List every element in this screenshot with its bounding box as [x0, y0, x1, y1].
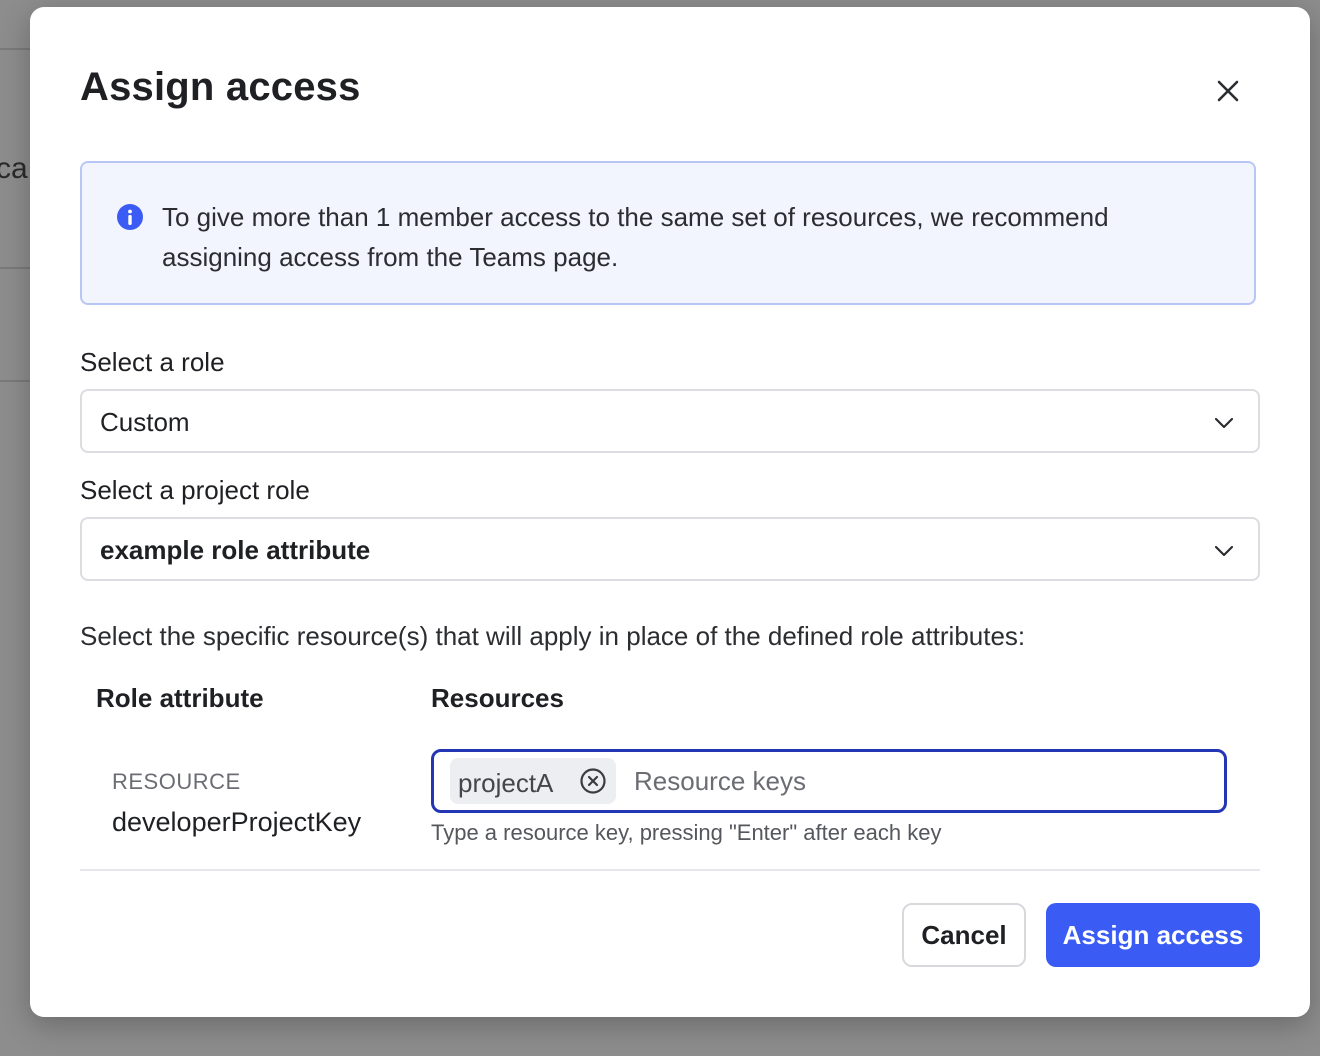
column-header-resources: Resources — [431, 683, 564, 713]
info-banner-text: To give more than 1 member access to the… — [162, 202, 1109, 272]
role-select-label: Select a role — [80, 347, 225, 377]
chevron-down-icon — [1214, 545, 1234, 557]
background-text-fragment: ca — [0, 152, 28, 185]
close-icon — [1217, 80, 1239, 102]
role-attribute-name: developerProjectKey — [112, 807, 362, 837]
dialog-title: Assign access — [80, 65, 361, 109]
role-select[interactable]: Custom — [80, 389, 1260, 453]
project-role-select-value: example role attribute — [100, 535, 371, 565]
resources-instruction: Select the specific resource(s) that wil… — [80, 621, 1026, 651]
project-role-select[interactable]: example role attribute — [80, 517, 1260, 581]
column-header-role-attribute: Role attribute — [96, 683, 264, 713]
project-role-select-label: Select a project role — [80, 475, 310, 505]
assign-access-dialog: Assign access To give more than 1 member… — [30, 7, 1310, 1017]
assign-access-button[interactable]: Assign access — [1046, 903, 1260, 967]
resource-keys-field[interactable]: projectA — [431, 749, 1227, 813]
remove-chip-button[interactable] — [578, 766, 608, 796]
resource-keys-input[interactable] — [634, 760, 1194, 802]
role-select-value: Custom — [100, 407, 190, 437]
role-attribute-kind: RESOURCE — [112, 769, 241, 794]
info-banner: To give more than 1 member access to the… — [80, 161, 1256, 305]
footer-divider — [80, 869, 1260, 871]
info-icon — [117, 204, 143, 230]
cancel-button[interactable]: Cancel — [902, 903, 1026, 967]
chevron-down-icon — [1214, 417, 1234, 429]
close-button[interactable] — [1208, 71, 1248, 111]
resource-keys-helper-text: Type a resource key, pressing "Enter" af… — [431, 820, 942, 845]
resource-chip-label: projectA — [458, 768, 554, 798]
circle-x-icon — [580, 768, 606, 794]
resource-chip: projectA — [450, 758, 616, 804]
